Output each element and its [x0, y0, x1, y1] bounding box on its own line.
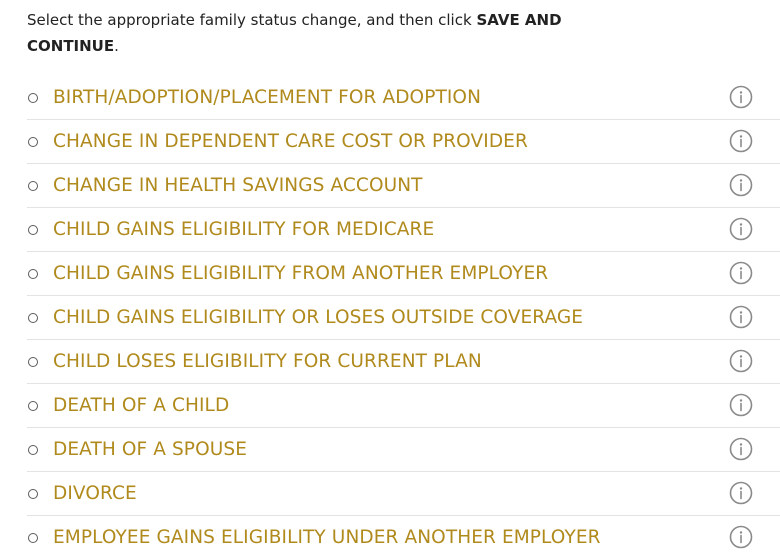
option-label[interactable]: CHILD GAINS ELIGIBILITY FROM ANOTHER EMP… — [53, 263, 548, 284]
option-row: CHILD GAINS ELIGIBILITY FOR MEDICARE — [27, 208, 780, 252]
radio-button[interactable] — [28, 180, 38, 191]
option-label[interactable]: CHANGE IN HEALTH SAVINGS ACCOUNT — [53, 175, 423, 196]
option-label[interactable]: EMPLOYEE GAINS ELIGIBILITY UNDER ANOTHER… — [53, 527, 601, 548]
info-icon[interactable] — [729, 173, 753, 197]
family-status-options-list: BIRTH/ADOPTION/PLACEMENT FOR ADOPTION CH… — [27, 76, 780, 556]
option-row: CHILD LOSES ELIGIBILITY FOR CURRENT PLAN — [27, 340, 780, 384]
option-label[interactable]: DEATH OF A SPOUSE — [53, 439, 247, 460]
radio-button[interactable] — [28, 92, 38, 103]
info-icon[interactable] — [729, 261, 753, 285]
radio-button[interactable] — [28, 136, 38, 147]
option-row: DIVORCE — [27, 472, 780, 516]
option-label[interactable]: CHILD LOSES ELIGIBILITY FOR CURRENT PLAN — [53, 351, 482, 372]
option-label[interactable]: BIRTH/ADOPTION/PLACEMENT FOR ADOPTION — [53, 87, 481, 108]
instructions-text: Select the appropriate family status cha… — [27, 7, 627, 59]
radio-button[interactable] — [28, 312, 38, 323]
info-icon[interactable] — [729, 525, 753, 549]
option-row: DEATH OF A CHILD — [27, 384, 780, 428]
info-icon[interactable] — [729, 481, 753, 505]
info-icon[interactable] — [729, 85, 753, 109]
radio-button[interactable] — [28, 224, 38, 235]
option-label[interactable]: DEATH OF A CHILD — [53, 395, 229, 416]
option-label[interactable]: CHANGE IN DEPENDENT CARE COST OR PROVIDE… — [53, 131, 528, 152]
info-icon[interactable] — [729, 393, 753, 417]
info-icon[interactable] — [729, 129, 753, 153]
radio-button[interactable] — [28, 400, 38, 411]
info-icon[interactable] — [729, 305, 753, 329]
option-label[interactable]: DIVORCE — [53, 483, 137, 504]
radio-button[interactable] — [28, 532, 38, 543]
option-label[interactable]: CHILD GAINS ELIGIBILITY OR LOSES OUTSIDE… — [53, 307, 583, 328]
info-icon[interactable] — [729, 349, 753, 373]
option-row: EMPLOYEE GAINS ELIGIBILITY UNDER ANOTHER… — [27, 516, 780, 556]
instructions-suffix: . — [114, 37, 119, 55]
instructions-prefix: Select the appropriate family status cha… — [27, 11, 477, 29]
radio-button[interactable] — [28, 488, 38, 499]
option-row: CHILD GAINS ELIGIBILITY FROM ANOTHER EMP… — [27, 252, 780, 296]
info-icon[interactable] — [729, 217, 753, 241]
info-icon[interactable] — [729, 437, 753, 461]
option-label[interactable]: CHILD GAINS ELIGIBILITY FOR MEDICARE — [53, 219, 434, 240]
radio-button[interactable] — [28, 356, 38, 367]
option-row: CHILD GAINS ELIGIBILITY OR LOSES OUTSIDE… — [27, 296, 780, 340]
option-row: BIRTH/ADOPTION/PLACEMENT FOR ADOPTION — [27, 76, 780, 120]
option-row: DEATH OF A SPOUSE — [27, 428, 780, 472]
radio-button[interactable] — [28, 444, 38, 455]
radio-button[interactable] — [28, 268, 38, 279]
option-row: CHANGE IN HEALTH SAVINGS ACCOUNT — [27, 164, 780, 208]
option-row: CHANGE IN DEPENDENT CARE COST OR PROVIDE… — [27, 120, 780, 164]
